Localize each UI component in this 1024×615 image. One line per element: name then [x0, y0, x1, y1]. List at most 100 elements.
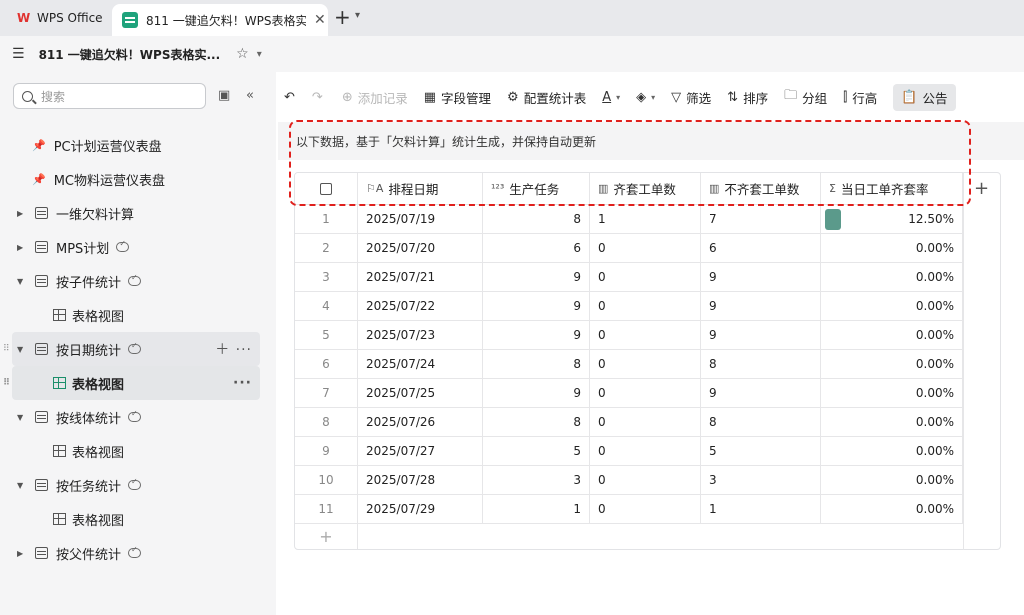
row-number[interactable]: 4	[295, 292, 358, 321]
cell-full[interactable]: 0	[590, 350, 701, 379]
sidebar-item-grid-view-active[interactable]: ⠿ 表格视图 ···	[3, 366, 260, 400]
cell-date[interactable]: 2025/07/29	[358, 495, 483, 524]
cell-task[interactable]: 5	[483, 437, 590, 466]
cell-task[interactable]: 9	[483, 263, 590, 292]
row-number[interactable]: 5	[295, 321, 358, 350]
cell-date[interactable]: 2025/07/28	[358, 466, 483, 495]
sidebar-item-grid-view[interactable]: 表格视图	[0, 298, 276, 332]
sidebar-item-by-line[interactable]: ▼ 按线体统计	[0, 400, 276, 434]
cell-rate[interactable]: 0.00%	[821, 321, 963, 350]
row-number[interactable]: 6	[295, 350, 358, 379]
select-all-checkbox[interactable]	[295, 173, 358, 205]
sidebar-item-by-parent[interactable]: ▶ 按父件统计	[0, 536, 276, 570]
cell-task[interactable]: 9	[483, 379, 590, 408]
cell-notfull[interactable]: 9	[701, 321, 821, 350]
cell-full[interactable]: 0	[590, 466, 701, 495]
sort-button[interactable]: ⇅ 排序	[727, 88, 768, 107]
row-number[interactable]: 9	[295, 437, 358, 466]
sidebar-item-grid-view[interactable]: 表格视图	[0, 502, 276, 536]
cell-date[interactable]: 2025/07/21	[358, 263, 483, 292]
star-icon[interactable]: ☆	[236, 46, 249, 62]
cell-task[interactable]: 8	[483, 205, 590, 234]
cell-notfull[interactable]: 7	[701, 205, 821, 234]
hamburger-menu-icon[interactable]: ☰	[12, 46, 25, 62]
cell-date[interactable]: 2025/07/22	[358, 292, 483, 321]
announce-button[interactable]: 📋 公告	[893, 83, 956, 111]
cell-date[interactable]: 2025/07/20	[358, 234, 483, 263]
cell-full[interactable]: 0	[590, 292, 701, 321]
wps-office-tab[interactable]: W WPS Office	[8, 5, 106, 31]
field-manage-button[interactable]: ▦ 字段管理	[424, 88, 491, 107]
cell-task[interactable]: 8	[483, 350, 590, 379]
table-row[interactable]: 10 2025/07/28 3 0 3 0.00%	[295, 466, 963, 495]
more-options-icon[interactable]: ···	[233, 375, 252, 391]
drag-handle-icon[interactable]: ⠿	[3, 378, 10, 388]
cell-full[interactable]: 0	[590, 379, 701, 408]
row-height-button[interactable]: ⫿ 行高	[843, 88, 877, 107]
group-button[interactable]: 🗀 分组	[784, 86, 827, 108]
column-header-full[interactable]: ▥ 齐套工单数	[590, 173, 701, 205]
cell-full[interactable]: 1	[590, 205, 701, 234]
cell-full[interactable]: 0	[590, 437, 701, 466]
fill-color-button[interactable]: ◈ ▾	[636, 90, 655, 105]
drag-handle-icon[interactable]: ⠿	[3, 344, 10, 354]
sidebar-item-shortage-calc[interactable]: ▶ 一维欠料计算	[0, 196, 276, 230]
sidebar-item-mc-dashboard[interactable]: 📌 MC物料运营仪表盘	[0, 162, 276, 196]
column-header-date[interactable]: ⚐A 排程日期	[358, 173, 483, 205]
table-row[interactable]: 1 2025/07/19 8 1 7 12.50%	[295, 205, 963, 234]
cell-date[interactable]: 2025/07/25	[358, 379, 483, 408]
item-actions[interactable]: ＋ ···	[215, 339, 252, 359]
cell-notfull[interactable]: 3	[701, 466, 821, 495]
cell-rate[interactable]: 0.00%	[821, 263, 963, 292]
cell-date[interactable]: 2025/07/27	[358, 437, 483, 466]
expand-arrow-icon[interactable]: ▶	[17, 549, 27, 558]
tab-list-chevron-icon[interactable]: ▾	[355, 10, 360, 21]
table-row[interactable]: 3 2025/07/21 9 0 9 0.00%	[295, 263, 963, 292]
table-row[interactable]: 5 2025/07/23 9 0 9 0.00%	[295, 321, 963, 350]
sidebar-item-by-component[interactable]: ▼ 按子件统计	[0, 264, 276, 298]
filter-button[interactable]: ▽ 筛选	[671, 88, 711, 107]
cell-notfull[interactable]: 5	[701, 437, 821, 466]
sidebar-item-by-date[interactable]: ⠿ ▼ 按日期统计 ＋ ···	[3, 332, 260, 366]
cell-rate[interactable]: 0.00%	[821, 379, 963, 408]
table-row[interactable]: 11 2025/07/29 1 0 1 0.00%	[295, 495, 963, 524]
row-number[interactable]: 10	[295, 466, 358, 495]
row-number[interactable]: 7	[295, 379, 358, 408]
sidebar-item-grid-view[interactable]: 表格视图	[0, 434, 276, 468]
collapse-panel-icon[interactable]: ▣	[218, 88, 230, 103]
table-row[interactable]: 9 2025/07/27 5 0 5 0.00%	[295, 437, 963, 466]
document-title[interactable]: 811 一键追欠料！WPS表格实...	[39, 46, 221, 63]
table-row[interactable]: 2 2025/07/20 6 0 6 0.00%	[295, 234, 963, 263]
row-number[interactable]: 3	[295, 263, 358, 292]
cell-date[interactable]: 2025/07/26	[358, 408, 483, 437]
cell-task[interactable]: 8	[483, 408, 590, 437]
row-number[interactable]: 11	[295, 495, 358, 524]
expand-arrow-icon[interactable]: ▶	[17, 243, 27, 252]
row-number[interactable]: 2	[295, 234, 358, 263]
expand-arrow-icon[interactable]: ▶	[17, 209, 27, 218]
column-header-task[interactable]: ¹²³ 生产任务	[483, 173, 590, 205]
cell-rate[interactable]: 0.00%	[821, 466, 963, 495]
cell-full[interactable]: 0	[590, 234, 701, 263]
cell-rate[interactable]: 0.00%	[821, 408, 963, 437]
cell-rate[interactable]: 12.50%	[821, 205, 963, 234]
column-header-rate[interactable]: Σ 当日工单齐套率	[821, 173, 963, 205]
add-record-button[interactable]: ⊕ 添加记录	[342, 88, 408, 107]
add-column-icon[interactable]: +	[974, 178, 989, 199]
undo-icon[interactable]: ↶	[284, 90, 300, 105]
cell-rate[interactable]: 0.00%	[821, 437, 963, 466]
table-row[interactable]: 8 2025/07/26 8 0 8 0.00%	[295, 408, 963, 437]
sidebar-item-pc-dashboard[interactable]: 📌 PC计划运营仪表盘	[0, 128, 276, 162]
cell-rate[interactable]: 0.00%	[821, 292, 963, 321]
cell-date[interactable]: 2025/07/23	[358, 321, 483, 350]
cell-task[interactable]: 1	[483, 495, 590, 524]
cell-task[interactable]: 3	[483, 466, 590, 495]
table-row[interactable]: 6 2025/07/24 8 0 8 0.00%	[295, 350, 963, 379]
chevron-down-icon[interactable]: ▾	[257, 49, 262, 60]
add-row-icon[interactable]: +	[295, 522, 358, 549]
cell-notfull[interactable]: 9	[701, 292, 821, 321]
cell-rate[interactable]: 0.00%	[821, 350, 963, 379]
cell-notfull[interactable]: 9	[701, 263, 821, 292]
cell-full[interactable]: 0	[590, 408, 701, 437]
redo-icon[interactable]: ↷	[312, 90, 328, 105]
